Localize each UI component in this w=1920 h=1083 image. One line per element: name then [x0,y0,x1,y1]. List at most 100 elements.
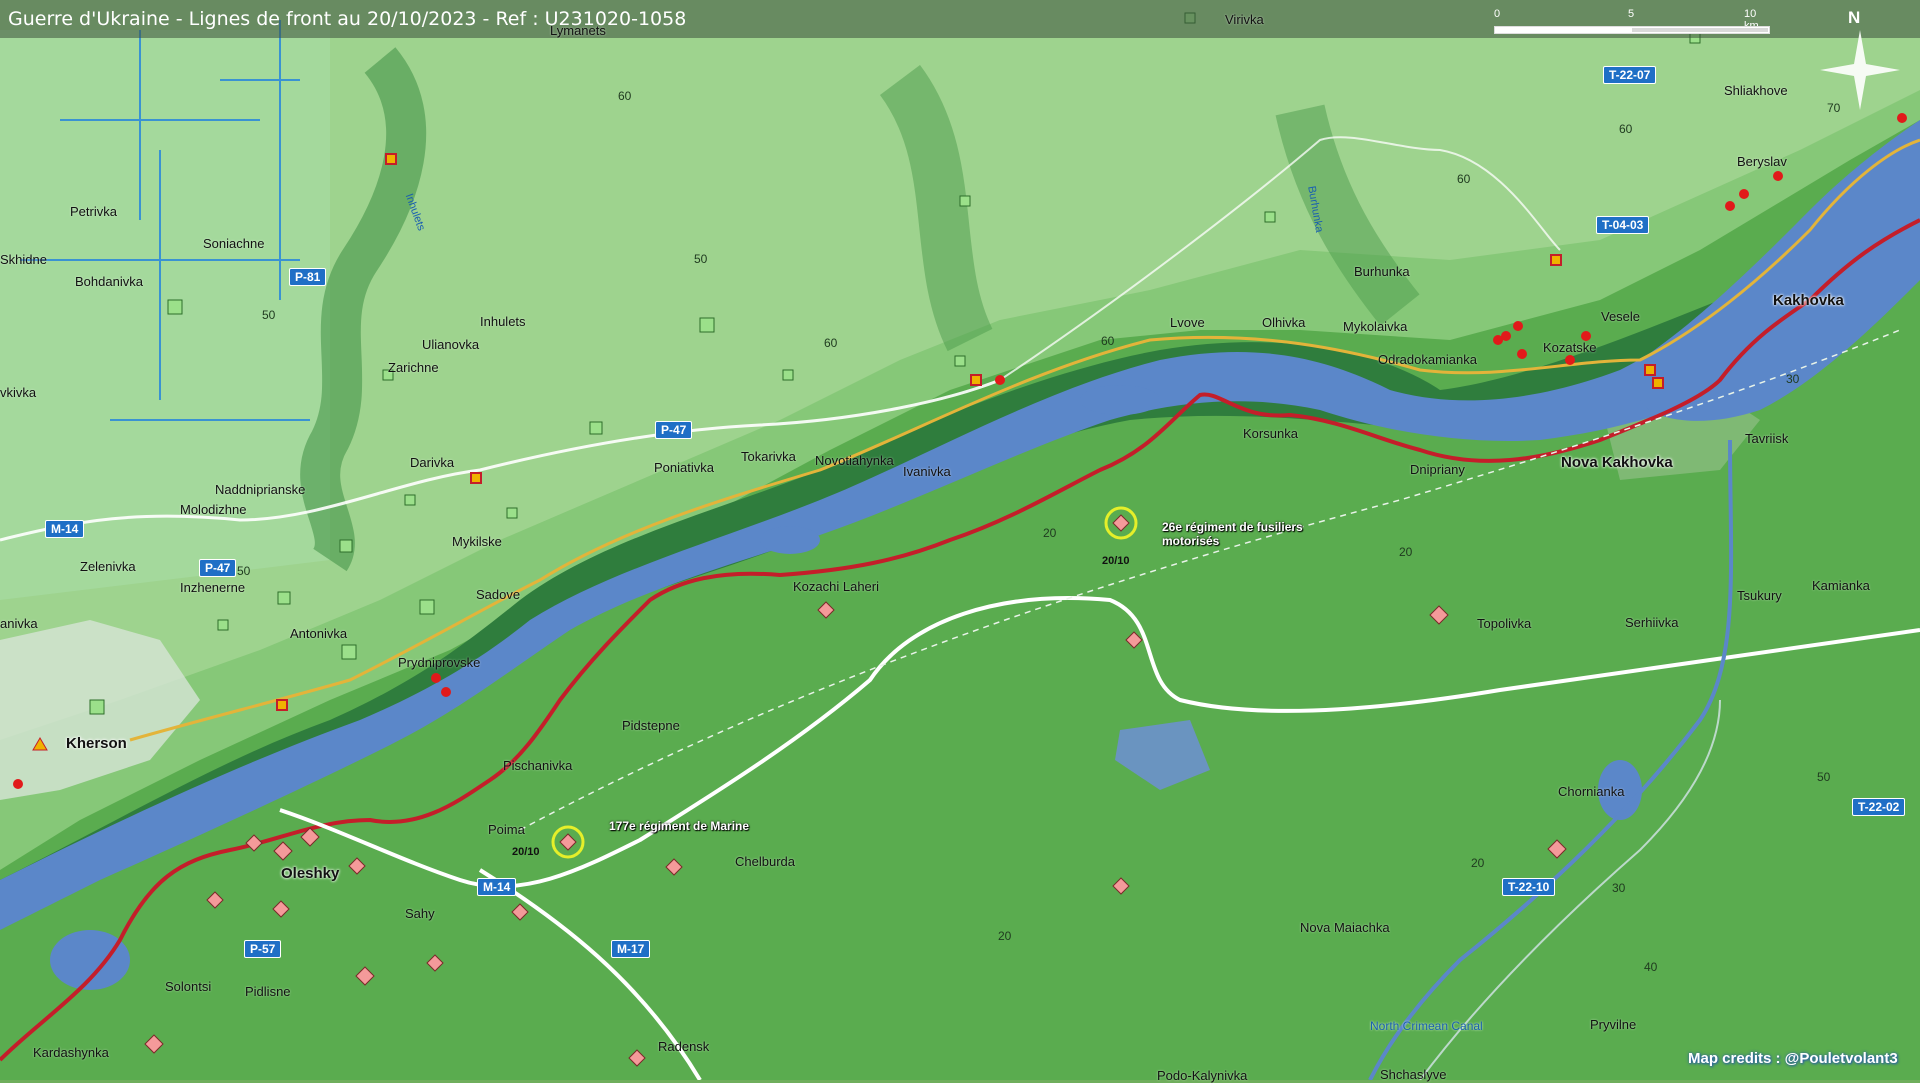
place-vkivka: vkivka [0,385,37,400]
unit-date-177th: 20/10 [512,846,540,858]
place-chornianka: Chornianka [1558,784,1625,799]
place-ulianovka: Ulianovka [422,337,480,352]
place-novotiahynka: Novotiahynka [815,453,894,468]
place-chelburda: Chelburda [735,854,795,869]
contour-label: 60 [824,336,838,350]
place-mykilske: Mykilske [452,534,502,549]
place-odradokamianka: Odradokamianka [1378,352,1477,367]
map-credits: Map credits : @Pouletvolant3 [1688,1050,1898,1067]
contour-label: 50 [694,252,708,266]
contour-label: 30 [1612,881,1626,895]
contour-label: 50 [1817,770,1831,784]
place-tokarivka: Tokarivka [741,449,796,464]
road-label-t2207: T-22-07 [1603,66,1657,84]
place-shliakhove: Shliakhove [1724,83,1788,98]
scale-label-0: 0 [1494,8,1501,20]
place-vesele: Vesele [1601,309,1641,324]
place-pryvilne: Pryvilne [1590,1017,1637,1032]
road-label-p47: P-47 [199,559,237,577]
contour-label: 60 [1457,172,1471,186]
place-inhulets: Inhulets [480,314,526,329]
place-ivanivka: Ivanivka [903,464,951,479]
contour-label: 60 [1101,334,1115,348]
contour-label: 50 [262,308,276,322]
place-poima: Poima [488,822,525,837]
scale-bar-half [1632,28,1768,32]
contour-label: 70 [1827,101,1841,115]
place-prydniprovske: Prydniprovske [398,655,481,670]
place-darivka: Darivka [410,455,455,470]
place-petrivka: Petrivka [70,204,117,219]
place-burhunka: Burhunka [1354,264,1410,279]
place-oleshky: Oleshky [281,865,340,882]
place-antonivka: Antonivka [290,626,348,641]
place-korsunka: Korsunka [1243,426,1298,441]
contour-label: 20 [1043,526,1057,540]
place-nova-maiachka: Nova Maiachka [1300,920,1390,935]
road-label-p57: P-57 [244,940,282,958]
place-kardashynka: Kardashynka [33,1045,109,1060]
place-zarichne: Zarichne [388,360,439,375]
road-label-t2210: T-22-10 [1502,878,1556,896]
place-sadove: Sadove [476,587,521,602]
contour-label: 20 [998,929,1012,943]
road-label-t0403: T-04-03 [1596,216,1650,234]
place-kozachi-laheri: Kozachi Laheri [793,579,879,594]
place-nova-kakhovka: Nova Kakhovka [1561,454,1673,471]
place-inzhenerne: Inzhenerne [180,580,246,595]
place-pidlisne: Pidlisne [245,984,291,999]
place-soniachne: Soniachne [203,236,265,251]
road-label-m14: M-14 [45,520,85,538]
place-skhidne: Skhidne [0,252,47,267]
road-label-t2202: T-22-02 [1852,798,1906,816]
unit-label-177th-regiment: 177e régiment de Marine [609,819,750,833]
place-serhiivka: Serhiivka [1625,615,1679,630]
place-virivka: Virivka [1225,12,1264,27]
place-anivka: anivka [0,616,38,631]
contour-label: 30 [1786,372,1800,386]
north-label: N [1848,8,1861,27]
place-kherson: Kherson [66,735,127,752]
place-lymanets: Lymanets [550,23,606,38]
place-lvove: Lvove [1170,315,1205,330]
road-label-p81: P-81 [289,268,327,286]
unit-date-26th: 20/10 [1102,555,1130,567]
terrain-layer [0,0,1920,1080]
place-zelenivka: Zelenivka [80,559,136,574]
place-dnipriany: Dnipriany [1410,462,1465,477]
place-kakhovka: Kakhovka [1773,292,1844,309]
road-label-p47: P-47 [655,421,693,439]
place-sahy: Sahy [405,906,435,921]
contour-label: 40 [1644,960,1658,974]
compass-rose-icon [1820,30,1900,110]
place-molodizhne: Molodizhne [180,502,247,517]
map-canvas[interactable] [0,0,1920,1080]
place-olhivka: Olhivka [1262,315,1306,330]
place-beryslav: Beryslav [1737,154,1787,169]
road-label-m14: M-14 [477,878,517,896]
place-kozatske: Kozatske [1543,340,1597,355]
unit-label-26th-regiment: 26e régiment de fusiliers motorisés [1162,520,1303,548]
place-solontsi: Solontsi [165,979,212,994]
scale-label-5: 5 [1628,8,1635,20]
place-bohdanivka: Bohdanivka [75,274,143,289]
place-naddniprianske: Naddniprianske [215,482,306,497]
place-radensk: Radensk [658,1039,710,1054]
place-podo-kalynivka: Podo-Kalynivka [1157,1068,1248,1083]
contour-label: 60 [1619,122,1633,136]
contour-label: 20 [1399,545,1413,559]
place-mykolaivka: Mykolaivka [1343,319,1408,334]
place-pischanivka: Pischanivka [503,758,573,773]
contour-label: 60 [618,89,632,103]
road-label-m17: M-17 [611,940,651,958]
place-kamianka: Kamianka [1812,578,1870,593]
place-pidstepne: Pidstepne [622,718,680,733]
canal-label: North Crimean Canal [1370,1019,1483,1033]
place-tavriisk: Tavriisk [1745,431,1789,446]
place-tsukury: Tsukury [1737,588,1782,603]
contour-label: 50 [237,564,251,578]
place-topolivka: Topolivka [1477,616,1532,631]
scale-bar: 0 5 10 km [1494,8,1770,34]
contour-label: 20 [1471,856,1485,870]
place-poniativka: Poniativka [654,460,714,475]
